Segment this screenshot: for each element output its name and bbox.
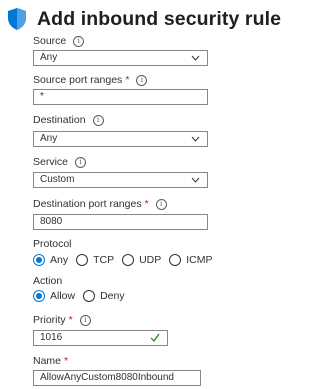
- chevron-down-icon: [191, 177, 200, 183]
- source-value: Any: [40, 52, 58, 63]
- dest-port-input[interactable]: 8080: [33, 214, 208, 230]
- info-icon[interactable]: i: [79, 314, 91, 326]
- radio-icon: [76, 254, 89, 266]
- name-input[interactable]: AllowAnyCustom8080Inbound: [33, 370, 201, 386]
- priority-input[interactable]: 1016: [33, 330, 168, 346]
- chevron-down-icon: [191, 55, 200, 61]
- action-option-allow[interactable]: Allow: [33, 290, 75, 302]
- service-label: Service i: [33, 156, 87, 168]
- service-value: Custom: [40, 174, 75, 185]
- panel-header: Add inbound security rule: [6, 6, 281, 32]
- radio-selected-icon: [33, 254, 45, 266]
- source-port-label: Source port ranges * i: [33, 74, 148, 86]
- protocol-option-tcp[interactable]: TCP: [76, 254, 114, 266]
- protocol-label: Protocol: [33, 238, 72, 250]
- dest-port-value: 8080: [40, 216, 63, 227]
- protocol-radio-group: Any TCP UDP ICMP: [33, 254, 221, 266]
- destination-label: Destination i: [33, 114, 104, 126]
- source-port-value: *: [40, 91, 44, 102]
- destination-value: Any: [40, 133, 58, 144]
- radio-icon: [169, 254, 182, 266]
- action-option-deny[interactable]: Deny: [83, 290, 125, 302]
- protocol-option-any[interactable]: Any: [33, 254, 68, 266]
- radio-selected-icon: [33, 290, 45, 302]
- shield-icon: [8, 8, 26, 30]
- radio-icon: [122, 254, 135, 266]
- service-select[interactable]: Custom: [33, 172, 208, 188]
- chevron-down-icon: [191, 136, 200, 142]
- source-select[interactable]: Any: [33, 50, 208, 66]
- page-title: Add inbound security rule: [37, 7, 282, 30]
- action-label: Action: [33, 275, 63, 287]
- priority-label: Priority * i: [33, 314, 91, 326]
- protocol-option-udp[interactable]: UDP: [122, 254, 161, 266]
- source-label: Source i: [33, 35, 85, 47]
- info-icon[interactable]: i: [75, 156, 87, 168]
- name-label: Name *: [33, 355, 69, 367]
- destination-select[interactable]: Any: [33, 131, 208, 147]
- info-icon[interactable]: i: [136, 74, 148, 86]
- action-radio-group: Allow Deny: [33, 290, 133, 302]
- info-icon[interactable]: i: [155, 198, 167, 210]
- dest-port-label: Destination port ranges * i: [33, 198, 167, 210]
- radio-icon: [83, 290, 96, 302]
- info-icon[interactable]: i: [92, 114, 104, 126]
- name-value: AllowAnyCustom8080Inbound: [40, 372, 174, 383]
- checkmark-icon: [150, 333, 160, 342]
- priority-value: 1016: [40, 332, 63, 343]
- source-port-input[interactable]: *: [33, 89, 208, 105]
- protocol-option-icmp[interactable]: ICMP: [169, 254, 213, 266]
- info-icon[interactable]: i: [73, 35, 85, 47]
